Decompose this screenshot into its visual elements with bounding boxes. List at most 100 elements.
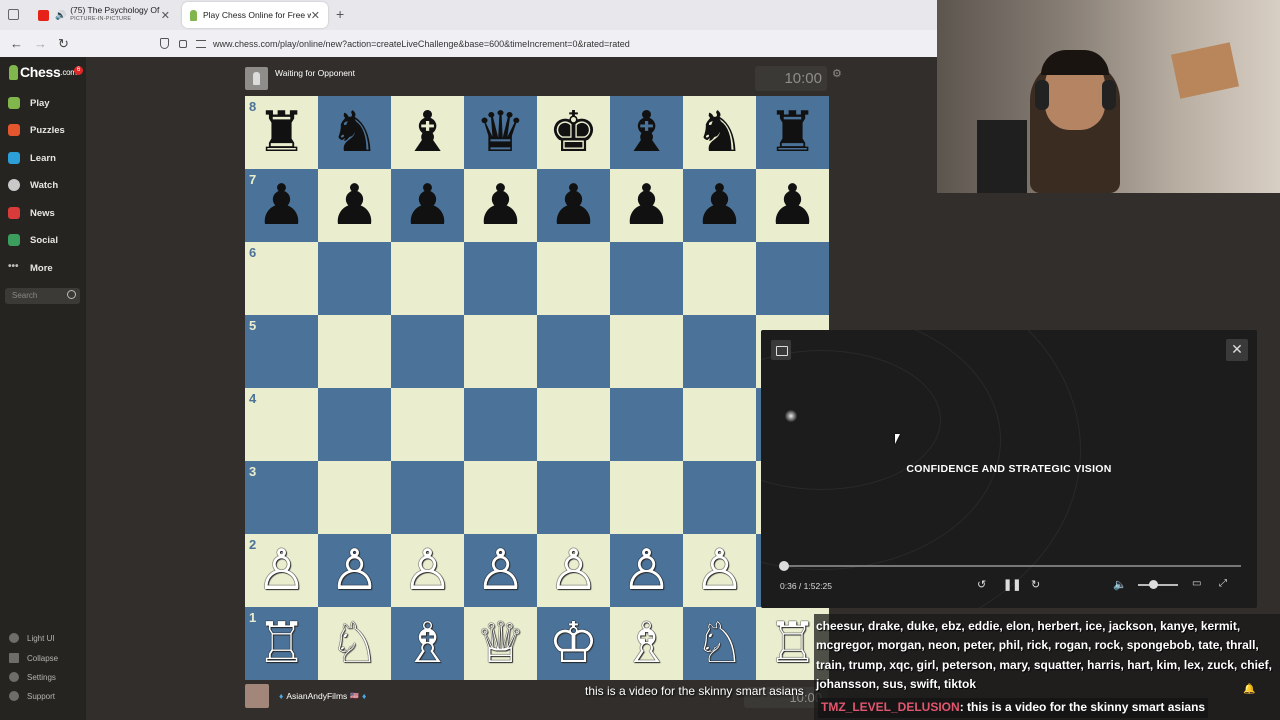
board-square[interactable]: ♟ xyxy=(391,169,464,242)
board-square[interactable]: ♟ xyxy=(464,169,537,242)
picture-in-picture-player[interactable]: ✕ CONFIDENCE AND STRATEGIC VISION 0:36 /… xyxy=(761,330,1257,608)
board-square[interactable]: 1 ♖ xyxy=(245,607,318,680)
board-square[interactable] xyxy=(683,388,756,461)
player-name[interactable]: AsianAndyFilms xyxy=(286,691,347,701)
board-square[interactable]: ♕ xyxy=(464,607,537,680)
sidebar-item-social[interactable]: Social xyxy=(8,234,58,246)
board-settings-icon[interactable]: ⚙ xyxy=(832,67,842,80)
board-square[interactable] xyxy=(537,315,610,388)
board-square[interactable] xyxy=(464,242,537,315)
board-square[interactable] xyxy=(464,315,537,388)
rewind-icon[interactable]: ↺ xyxy=(977,578,986,591)
sidebar-item-news[interactable]: News xyxy=(8,207,55,219)
board-square[interactable] xyxy=(683,242,756,315)
back-to-tab-icon[interactable] xyxy=(771,340,791,360)
sidebar-item-watch[interactable]: Watch xyxy=(8,179,58,191)
close-pip-icon[interactable]: ✕ xyxy=(1226,339,1248,361)
board-square[interactable]: ♞ xyxy=(683,96,756,169)
collapse-button[interactable]: Collapse xyxy=(9,653,58,663)
board-square[interactable]: ♟ xyxy=(537,169,610,242)
board-square[interactable] xyxy=(391,242,464,315)
back-icon[interactable]: ← xyxy=(10,36,23,51)
permissions-icon[interactable] xyxy=(196,39,206,48)
board-square[interactable] xyxy=(756,242,829,315)
board-square[interactable] xyxy=(683,461,756,534)
speaker-icon[interactable]: 🔊 xyxy=(55,10,66,21)
board-square[interactable] xyxy=(318,242,391,315)
volume-icon[interactable]: 🔈 xyxy=(1113,578,1127,591)
board-square[interactable]: ♟ xyxy=(756,169,829,242)
captions-icon[interactable]: ▭ xyxy=(1192,578,1201,589)
close-tab-icon[interactable]: ✕ xyxy=(311,9,320,22)
board-square[interactable]: ♚ xyxy=(537,96,610,169)
tab-list-icon[interactable] xyxy=(8,9,19,20)
board-square[interactable]: ♜ xyxy=(756,96,829,169)
sidebar-item-more[interactable]: ••• More xyxy=(8,262,53,274)
white-piece[interactable]: ♔ xyxy=(548,615,598,672)
board-square[interactable] xyxy=(610,242,683,315)
url-text[interactable]: www.chess.com/play/online/new?action=cre… xyxy=(213,39,630,49)
search-icon[interactable] xyxy=(67,290,76,299)
white-piece[interactable]: ♗ xyxy=(621,615,671,672)
lock-icon[interactable] xyxy=(179,39,187,48)
video-progress-bar[interactable] xyxy=(779,561,1241,571)
white-piece[interactable]: ♘ xyxy=(329,615,379,672)
board-square[interactable]: ♟ xyxy=(683,169,756,242)
close-tab-icon[interactable]: ✕ xyxy=(161,9,170,22)
board-square[interactable]: ♞ xyxy=(318,96,391,169)
board-square[interactable] xyxy=(610,461,683,534)
board-square[interactable]: ♝ xyxy=(610,96,683,169)
black-piece[interactable]: ♟ xyxy=(402,177,452,234)
volume-slider[interactable] xyxy=(1138,580,1178,589)
reload-icon[interactable]: ↻ xyxy=(58,36,69,52)
board-square[interactable]: ♗ xyxy=(610,607,683,680)
white-piece[interactable]: ♖ xyxy=(767,615,817,672)
board-square[interactable]: 6 xyxy=(245,242,318,315)
board-square[interactable]: ♙ xyxy=(464,534,537,607)
black-piece[interactable]: ♞ xyxy=(329,104,379,161)
support-link[interactable]: Support xyxy=(9,691,55,701)
forward-icon[interactable]: ↻ xyxy=(1031,578,1040,591)
board-square[interactable]: ♛ xyxy=(464,96,537,169)
sidebar-item-learn[interactable]: Learn xyxy=(8,152,56,164)
url-bar[interactable]: www.chess.com/play/online/new?action=cre… xyxy=(150,33,940,54)
board-square[interactable]: ♙ xyxy=(391,534,464,607)
forward-icon[interactable]: → xyxy=(34,36,47,51)
tab-chess[interactable]: Play Chess Online for Free with ✕ xyxy=(182,2,328,28)
board-square[interactable]: ♟ xyxy=(610,169,683,242)
board-square[interactable] xyxy=(318,315,391,388)
pause-icon[interactable]: ❚❚ xyxy=(1003,578,1021,591)
board-square[interactable]: ♝ xyxy=(391,96,464,169)
chess-logo[interactable]: Chess .com xyxy=(9,64,77,80)
white-piece[interactable]: ♙ xyxy=(256,542,306,599)
board-square[interactable] xyxy=(391,388,464,461)
board-square[interactable] xyxy=(391,461,464,534)
volume-knob[interactable] xyxy=(1149,580,1158,589)
black-piece[interactable]: ♟ xyxy=(475,177,525,234)
black-piece[interactable]: ♜ xyxy=(767,104,817,161)
white-piece[interactable]: ♘ xyxy=(694,615,744,672)
board-square[interactable]: ♟ xyxy=(318,169,391,242)
settings-link[interactable]: Settings xyxy=(9,672,56,682)
board-square[interactable] xyxy=(464,388,537,461)
black-piece[interactable]: ♟ xyxy=(548,177,598,234)
sidebar-item-puzzles[interactable]: Puzzles xyxy=(8,124,65,136)
black-piece[interactable]: ♛ xyxy=(475,104,525,161)
white-piece[interactable]: ♙ xyxy=(475,542,525,599)
board-square[interactable]: ♙ xyxy=(683,534,756,607)
sidebar-item-play[interactable]: Play xyxy=(8,97,50,109)
black-piece[interactable]: ♟ xyxy=(256,177,306,234)
white-piece[interactable]: ♙ xyxy=(621,542,671,599)
board-square[interactable] xyxy=(537,388,610,461)
white-piece[interactable]: ♗ xyxy=(402,615,452,672)
fullscreen-icon[interactable]: ⤢ xyxy=(1219,578,1227,589)
white-piece[interactable]: ♕ xyxy=(475,615,525,672)
board-square[interactable]: 8 ♜ xyxy=(245,96,318,169)
search-input[interactable]: Search xyxy=(5,288,80,304)
board-square[interactable]: ♘ xyxy=(683,607,756,680)
player-avatar[interactable] xyxy=(245,684,269,708)
black-piece[interactable]: ♝ xyxy=(402,104,452,161)
board-square[interactable]: ♔ xyxy=(537,607,610,680)
board-square[interactable] xyxy=(391,315,464,388)
board-square[interactable] xyxy=(537,242,610,315)
